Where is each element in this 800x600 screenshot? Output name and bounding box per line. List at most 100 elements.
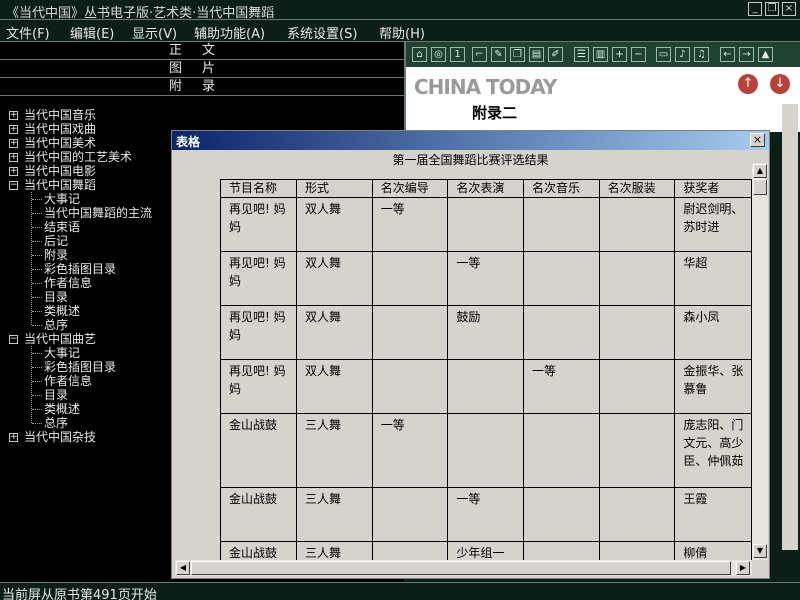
table-cell: 华超 <box>674 251 752 306</box>
up-icon[interactable]: ▲ <box>758 47 773 62</box>
tree-item-afterword[interactable]: 后记 <box>44 234 68 248</box>
tree-item-conclusion[interactable]: 结束语 <box>44 220 80 234</box>
close-button[interactable]: × <box>782 2 796 16</box>
prev-page-button[interactable]: ↑ <box>738 74 758 94</box>
pen-icon[interactable]: ✎ <box>491 47 506 62</box>
scroll-right-button[interactable]: ▶ <box>736 561 750 575</box>
table-viewport: 节目名称 形式 名次编导 名次表演 名次音乐 名次服装 获奖者 再见吧! 妈妈 … <box>220 179 752 560</box>
edit-icon[interactable]: ✐ <box>548 47 563 62</box>
expand-icon[interactable]: + <box>9 153 18 162</box>
tree-item-opera[interactable]: 当代中国戏曲 <box>24 122 96 136</box>
dialog-close-button[interactable]: × <box>750 133 765 147</box>
table-cell <box>523 541 600 560</box>
tree-item-quyi-chronicle[interactable]: 大事记 <box>44 346 80 360</box>
tree-item-category-overview[interactable]: 类概述 <box>44 304 80 318</box>
tree-item-appendix[interactable]: 附录 <box>44 248 68 262</box>
table-cell: 双人舞 <box>296 197 373 252</box>
collapse-icon[interactable]: − <box>9 335 18 344</box>
tree-item-crafts[interactable]: 当代中国的工艺美术 <box>24 150 132 164</box>
tree-item-acrobatics[interactable]: 当代中国杂技 <box>24 430 96 444</box>
col-header: 获奖者 <box>674 179 752 198</box>
tree-item-quyi-toc[interactable]: 目录 <box>44 388 68 402</box>
collapse-icon[interactable]: − <box>9 181 18 190</box>
book-icon[interactable]: ▥ <box>593 47 608 62</box>
expand-icon[interactable]: + <box>9 125 18 134</box>
next-page-button[interactable]: ↓ <box>770 74 790 94</box>
table-row: 再见吧! 妈妈 双人舞 一等 金振华、张慕鲁 <box>220 359 752 414</box>
zoom-page-icon[interactable]: ◎ <box>431 47 446 62</box>
nav-images[interactable]: 图片 <box>0 60 404 78</box>
restore-button[interactable]: ❐ <box>765 2 779 16</box>
appendix-title: 附录二 <box>472 104 518 122</box>
viewer-scrollbar[interactable] <box>782 104 798 550</box>
copy-icon[interactable]: ❐ <box>510 47 525 62</box>
tree-item-color-plates[interactable]: 彩色插图目录 <box>44 262 116 276</box>
expand-icon[interactable]: + <box>9 433 18 442</box>
tree-item-music[interactable]: 当代中国音乐 <box>24 108 96 122</box>
back-icon[interactable]: ← <box>720 47 735 62</box>
audio-icon[interactable]: ♫ <box>694 47 709 62</box>
table-row: 再见吧! 妈妈 双人舞 一等 尉迟剑明、苏时进 <box>220 197 752 252</box>
tree-item-quyi-general-preface[interactable]: 总序 <box>44 416 68 430</box>
table-cell <box>523 251 600 306</box>
menu-settings[interactable]: 系统设置(S) <box>287 23 357 42</box>
table-cell <box>598 305 676 360</box>
nav-appendix[interactable]: 附录 <box>0 78 404 96</box>
page-1-icon[interactable]: 1 <box>450 47 465 62</box>
scroll-up-button[interactable]: ▲ <box>753 164 767 178</box>
table-dialog: 表格 × 第一届全国舞蹈比赛评选结果 节目名称 形式 名次编导 名次表演 名次音… <box>171 130 770 579</box>
tree-item-toc[interactable]: 目录 <box>44 290 68 304</box>
zoom-in-icon[interactable]: + <box>612 47 627 62</box>
menu-edit[interactable]: 编辑(E) <box>70 23 114 42</box>
expand-icon[interactable]: + <box>9 111 18 120</box>
tree-item-chronicle[interactable]: 大事记 <box>44 192 80 206</box>
table-cell <box>447 359 524 414</box>
fit-icon[interactable]: ▭ <box>656 47 671 62</box>
scroll-thumb-horizontal[interactable] <box>191 561 731 575</box>
forward-icon[interactable]: → <box>739 47 754 62</box>
viewer-toolbar: ⌂ ◎ 1 ⌐ ✎ ❐ ▤ ✐ ☰ ▥ + − ▭ ♪ ♫ ← → ▲ <box>406 42 800 67</box>
table-vertical-scrollbar[interactable]: ▲ ▼ <box>752 163 768 560</box>
expand-icon[interactable]: + <box>9 167 18 176</box>
nav-main-text[interactable]: 正文 <box>0 42 404 60</box>
results-table: 节目名称 形式 名次编导 名次表演 名次音乐 名次服装 获奖者 再见吧! 妈妈 … <box>220 179 752 560</box>
table-cell <box>371 359 449 414</box>
zoom-out-icon[interactable]: − <box>631 47 646 62</box>
speaker-icon[interactable]: ♪ <box>675 47 690 62</box>
tree-item-quyi-author-info[interactable]: 作者信息 <box>44 374 92 388</box>
tree-item-quyi-category-overview[interactable]: 类概述 <box>44 402 80 416</box>
home-icon[interactable]: ⌂ <box>412 47 427 62</box>
tree-item-author-info[interactable]: 作者信息 <box>44 276 92 290</box>
tree-item-fine-art[interactable]: 当代中国美术 <box>24 136 96 150</box>
table-cell: 双人舞 <box>296 251 373 306</box>
tree-line <box>32 367 42 368</box>
tree-item-mainstream[interactable]: 当代中国舞蹈的主流 <box>44 206 152 220</box>
tree-item-quyi[interactable]: 当代中国曲艺 <box>24 332 96 346</box>
scroll-left-button[interactable]: ◀ <box>176 561 190 575</box>
tree-item-film[interactable]: 当代中国电影 <box>24 164 96 178</box>
minimize-button[interactable]: _ <box>748 2 762 16</box>
table-cell: 再见吧! 妈妈 <box>220 305 298 360</box>
menu-accessibility[interactable]: 辅助功能(A) <box>194 23 265 42</box>
table-caption: 第一届全国舞蹈比赛评选结果 <box>392 153 549 167</box>
tree-line <box>32 213 42 214</box>
menu-view[interactable]: 显示(V) <box>132 23 177 42</box>
menu-file[interactable]: 文件(F) <box>6 23 50 42</box>
scroll-thumb-vertical[interactable] <box>753 179 767 195</box>
table-cell: 再见吧! 妈妈 <box>220 197 298 252</box>
table-horizontal-scrollbar[interactable]: ◀ ▶ <box>175 560 752 576</box>
menu-help[interactable]: 帮助(H) <box>379 23 425 42</box>
tree-item-general-preface[interactable]: 总序 <box>44 318 68 332</box>
paste-icon[interactable]: ▤ <box>529 47 544 62</box>
table-cell <box>523 197 600 252</box>
tree-item-quyi-color-plates[interactable]: 彩色插图目录 <box>44 360 116 374</box>
list-icon[interactable]: ☰ <box>574 47 589 62</box>
status-bar: 当前屏从原书第491页开始 <box>0 582 800 600</box>
table-cell <box>447 197 524 252</box>
tree-line <box>32 227 42 228</box>
table-row: 金山战鼓 三人舞 一等 王霞 <box>220 487 752 542</box>
expand-icon[interactable]: + <box>9 139 18 148</box>
select-icon[interactable]: ⌐ <box>472 47 487 62</box>
scroll-down-button[interactable]: ▼ <box>753 544 767 558</box>
tree-item-dance[interactable]: 当代中国舞蹈 <box>24 178 96 192</box>
